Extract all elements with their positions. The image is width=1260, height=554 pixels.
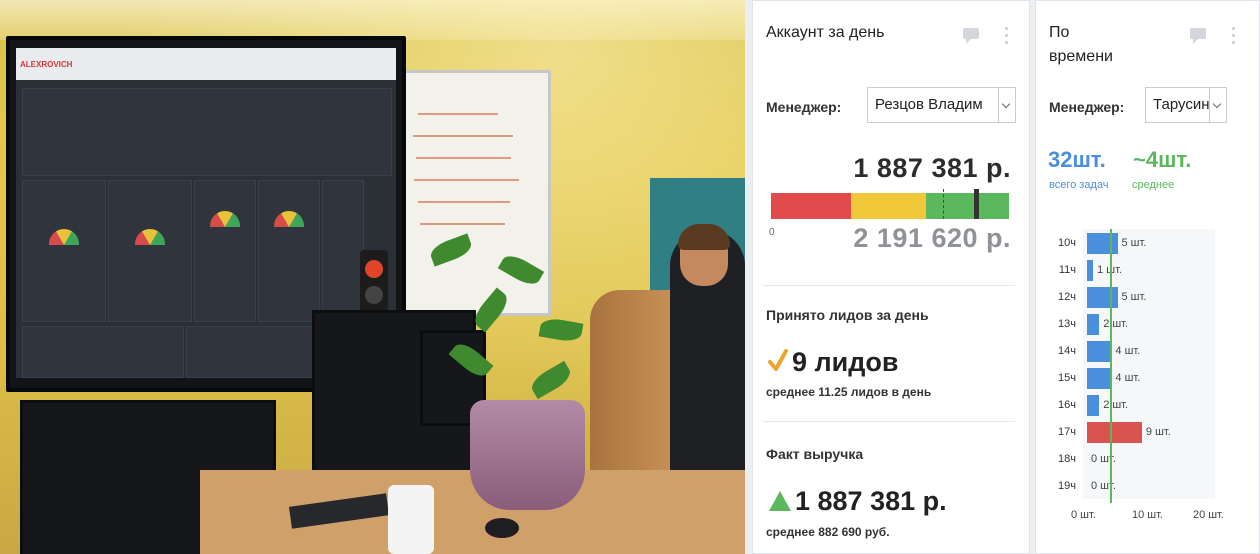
- tv-widget: [258, 180, 320, 322]
- computer-mouse: [485, 518, 519, 538]
- plant-pot: [470, 400, 585, 510]
- revenue-average: среднее 882 690 руб.: [766, 525, 890, 539]
- leads-value: 9 лидов: [792, 347, 899, 377]
- bar-value-label: 4 шт.: [1115, 345, 1141, 357]
- average-tasks-caption: среднее: [1132, 179, 1175, 191]
- manager-select[interactable]: Резцов Владим: [867, 87, 1016, 123]
- hourly-tasks-chart: 10ч 5 шт. 11ч 1 шт. 12ч 5 шт. 13ч 2 шт. 14ч 4 шт.…: [1036, 229, 1259, 525]
- hour-label: 11ч: [1058, 264, 1076, 276]
- hour-bar[interactable]: [1087, 233, 1118, 254]
- bar-value-label: 2 шт.: [1103, 399, 1129, 411]
- traffic-light-off: [365, 286, 383, 304]
- more-menu-icon[interactable]: [1232, 27, 1236, 45]
- hour-bar[interactable]: [1087, 314, 1100, 335]
- x-axis-tick: 10 шт.: [1132, 509, 1163, 521]
- progress-marker: [973, 189, 979, 219]
- manager-select-value: Тарусин: [1153, 96, 1210, 113]
- person-hair: [678, 224, 730, 250]
- plan-amount: 2 191 620 р.: [853, 223, 1011, 253]
- chevron-down-icon[interactable]: [1209, 88, 1226, 122]
- bar-value-label: 5 шт.: [1121, 291, 1147, 303]
- progress-zone-green: [926, 193, 1009, 219]
- comment-icon[interactable]: [963, 28, 979, 44]
- tv-gauge: [135, 229, 165, 245]
- revenue-value: 1 887 381 р.: [795, 486, 947, 516]
- average-line: [1110, 229, 1113, 503]
- tv-gauge: [49, 229, 79, 245]
- manager-label: Менеджер:: [766, 99, 842, 115]
- tv-widget: [108, 180, 192, 322]
- hour-label: 10ч: [1058, 237, 1076, 249]
- bar-value-label: 5 шт.: [1121, 237, 1147, 249]
- tv-widget: [322, 180, 364, 322]
- manager-select-value: Резцов Владим: [875, 96, 983, 113]
- whiteboard-writing: [413, 135, 513, 137]
- hour-label: 15ч: [1058, 372, 1076, 384]
- office-photo: ALEXROVICH: [0, 0, 745, 554]
- card-title: По времени: [1049, 24, 1113, 65]
- total-tasks-caption: всего задач: [1049, 179, 1109, 191]
- by-time-card: По времени Менеджер: Тарусин 32шт. ~4шт.…: [1035, 0, 1260, 554]
- bar-value-label: 9 шт.: [1145, 426, 1171, 438]
- hour-label: 16ч: [1058, 399, 1076, 411]
- progress-zone-yellow: [851, 193, 926, 219]
- x-axis-tick: 20 шт.: [1193, 509, 1224, 521]
- progress-zero-label: 0: [769, 227, 775, 238]
- hour-label: 17ч: [1058, 426, 1076, 438]
- plan-progress-bar: [771, 189, 1009, 219]
- bar-value-label: 4 шт.: [1115, 372, 1141, 384]
- chevron-down-icon[interactable]: [998, 88, 1015, 122]
- tv-table-panel: [22, 88, 392, 176]
- leads-average: среднее 11.25 лидов в день: [766, 385, 932, 399]
- hour-bar[interactable]: [1087, 287, 1118, 308]
- tv-gauge: [210, 211, 240, 227]
- card-title: Аккаунт за день: [766, 24, 885, 41]
- tv-gauge: [274, 211, 304, 227]
- traffic-light-red: [365, 260, 383, 278]
- tv-widget: [22, 326, 184, 378]
- hour-bar[interactable]: [1087, 422, 1142, 443]
- comment-icon[interactable]: [1190, 28, 1206, 44]
- check-icon: [768, 349, 788, 371]
- manager-select[interactable]: Тарусин: [1145, 87, 1227, 123]
- manager-label: Менеджер:: [1049, 99, 1125, 115]
- leads-title: Принято лидов за день: [766, 307, 929, 323]
- bar-value-label: 2 шт.: [1103, 318, 1129, 330]
- account-day-card: Аккаунт за день Менеджер: Резцов Владим …: [752, 0, 1030, 554]
- progress-target-line: [943, 189, 944, 219]
- whiteboard-writing: [416, 157, 511, 159]
- hour-bar[interactable]: [1087, 260, 1094, 281]
- more-menu-icon[interactable]: [1005, 27, 1009, 45]
- whiteboard-writing: [414, 179, 519, 181]
- hour-label: 18ч: [1058, 453, 1076, 465]
- tv-widget: [22, 180, 106, 322]
- fact-amount: 1 887 381 р.: [853, 153, 1011, 183]
- tv-browser-bar: ALEXROVICH: [16, 48, 396, 80]
- hour-label: 14ч: [1058, 345, 1076, 357]
- hour-label: 12ч: [1058, 291, 1076, 303]
- hour-bar[interactable]: [1087, 341, 1112, 362]
- trend-up-icon: [769, 491, 791, 511]
- hour-label: 19ч: [1058, 480, 1076, 492]
- whiteboard-writing: [420, 223, 505, 225]
- whiteboard-writing: [418, 113, 498, 115]
- hour-label: 13ч: [1058, 318, 1076, 330]
- progress-zone-red: [771, 193, 851, 219]
- hour-bar[interactable]: [1087, 395, 1100, 416]
- tissue-roll: [388, 485, 434, 554]
- tv-brand-logo: ALEXROVICH: [20, 60, 73, 69]
- total-tasks-value: 32шт.: [1048, 147, 1106, 172]
- hour-bar[interactable]: [1087, 368, 1112, 389]
- whiteboard-writing: [418, 201, 510, 203]
- tv-widget: [194, 180, 256, 322]
- x-axis-tick: 0 шт.: [1071, 509, 1096, 521]
- revenue-title: Факт выручка: [766, 446, 864, 462]
- divider: [763, 421, 1015, 422]
- divider: [763, 285, 1015, 286]
- average-tasks-value: ~4шт.: [1133, 147, 1192, 172]
